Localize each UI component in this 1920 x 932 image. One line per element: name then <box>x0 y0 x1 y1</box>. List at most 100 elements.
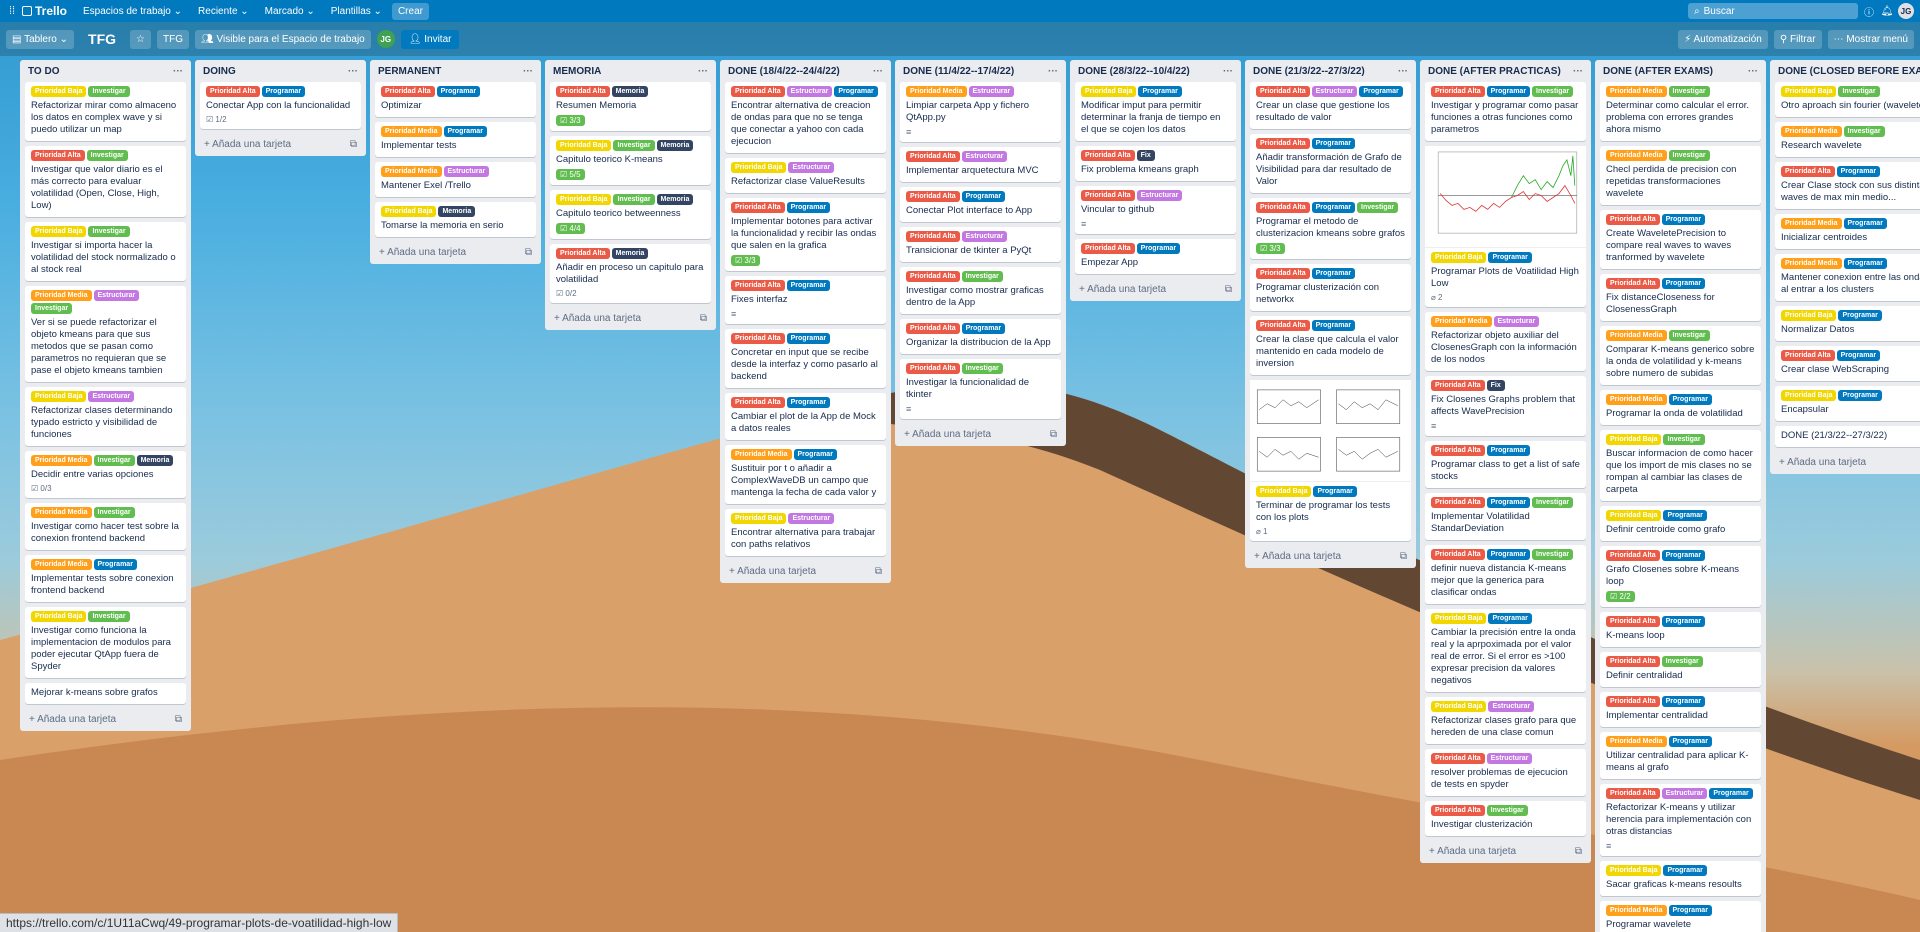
card-label[interactable]: Prioridad Media <box>1781 218 1842 229</box>
card[interactable]: Prioridad Baja Programar Normalizar Datos <box>1775 306 1920 341</box>
card-label[interactable]: Programar <box>1838 390 1882 401</box>
card-label[interactable]: Investigar <box>88 226 130 237</box>
list-header[interactable]: DONE (AFTER PRACTICAS) ··· <box>1425 64 1586 82</box>
search-input[interactable]: ⌕ Buscar <box>1688 3 1858 19</box>
card-label[interactable]: Prioridad Media <box>1606 394 1667 405</box>
card[interactable]: Prioridad Alta Programar Investigar definir… <box>1425 545 1586 604</box>
card-label[interactable]: Estructurar <box>961 151 1008 162</box>
card[interactable]: Prioridad Media Programar Implementar test… <box>375 122 536 157</box>
card[interactable]: Prioridad Baja Programar Programar Plots d… <box>1425 146 1586 307</box>
card[interactable]: Prioridad Media Programar Utilizar central… <box>1600 732 1761 779</box>
list-menu-icon[interactable]: ··· <box>1048 66 1058 77</box>
template-icon[interactable]: ⧉ <box>1400 551 1407 562</box>
card-label[interactable]: Prioridad Media <box>1606 736 1667 747</box>
card[interactable]: Prioridad Baja Estructurar Refactorizar cl… <box>1425 697 1586 744</box>
card-label[interactable]: Investigar <box>86 150 128 161</box>
card-label[interactable]: Prioridad Alta <box>1431 380 1485 391</box>
card-label[interactable]: Programar <box>793 449 837 460</box>
list-title[interactable]: DONE (28/3/22--10/4/22) <box>1078 66 1190 77</box>
list-header[interactable]: PERMANENT ··· <box>375 64 536 82</box>
card-label[interactable]: Prioridad Alta <box>1781 350 1835 361</box>
filter-button[interactable]: ⚲ Filtrar <box>1773 29 1822 49</box>
template-icon[interactable]: ⧉ <box>525 247 532 258</box>
card-label[interactable]: Prioridad Alta <box>906 323 960 334</box>
card-label[interactable]: Programar <box>786 397 831 408</box>
card-label[interactable]: Prioridad Baja <box>1781 86 1837 97</box>
card[interactable]: Prioridad Alta Estructurar Programar Refact… <box>1600 784 1761 856</box>
card-label[interactable]: Programar <box>1661 616 1706 627</box>
invite-button[interactable]: 👤︎ Invitar <box>400 29 460 49</box>
card-label[interactable]: Programar <box>1838 310 1882 321</box>
card-label[interactable]: Estructurar <box>788 162 835 173</box>
card-label[interactable]: Investigar <box>1532 549 1574 560</box>
template-icon[interactable]: ⧉ <box>700 313 707 324</box>
list-header[interactable]: DONE (CLOSED BEFORE EXAMS)··· <box>1775 64 1920 82</box>
card[interactable]: Prioridad Baja Programar Sacar graficas k-… <box>1600 861 1761 896</box>
info-icon[interactable]: ⓘ <box>1862 4 1876 19</box>
member-avatar[interactable]: JG <box>376 30 395 48</box>
add-card-button[interactable]: + Añada una tarjeta⧉ <box>1775 452 1920 468</box>
card-label[interactable]: Estructurar <box>788 513 835 524</box>
user-avatar[interactable]: JG <box>1898 3 1914 19</box>
list-title[interactable]: MEMORIA <box>553 66 601 77</box>
automation-button[interactable]: ⚡︎ Automatización <box>1678 29 1768 49</box>
card-label[interactable]: Prioridad Baja <box>31 391 87 402</box>
card-label[interactable]: Programar <box>261 86 306 97</box>
card[interactable]: Prioridad Baja Investigar Memoria Capitulo … <box>550 136 711 185</box>
card[interactable]: Prioridad Alta Estructurar Programar Encont… <box>725 82 886 153</box>
card[interactable]: Prioridad Baja Memoria Tomarse la memoria … <box>375 202 536 237</box>
card[interactable]: Prioridad Alta Programar Fix distanceClose… <box>1600 274 1761 321</box>
card[interactable]: Prioridad Baja Estructurar Encontrar alter… <box>725 509 886 556</box>
card-label[interactable]: Investigar <box>1532 86 1574 97</box>
card[interactable]: Prioridad Alta Programar Investigar Investi… <box>1425 82 1586 141</box>
card-label[interactable]: Programar <box>1486 497 1531 508</box>
list-header[interactable]: TO DO ··· <box>25 64 186 82</box>
list-title[interactable]: DONE (AFTER EXAMS) <box>1603 66 1713 77</box>
card-label[interactable]: Memoria <box>438 206 476 217</box>
create-button[interactable]: Crear <box>391 2 429 20</box>
card-label[interactable]: Programar <box>1709 788 1753 799</box>
card-label[interactable]: Investigar <box>31 303 73 314</box>
card-label[interactable]: Prioridad Baja <box>381 206 437 217</box>
list-title[interactable]: DONE (CLOSED BEFORE EXAMS) <box>1778 66 1920 77</box>
card[interactable]: Prioridad Media Programar Programar wavele… <box>1600 901 1761 932</box>
card[interactable]: Prioridad Media Investigar Investigar como… <box>25 503 186 550</box>
card-label[interactable]: Prioridad Baja <box>1431 252 1487 263</box>
menu-starred[interactable]: Marcado ⌄ <box>259 3 321 20</box>
list-menu-icon[interactable]: ··· <box>1223 66 1233 77</box>
card-label[interactable]: Prioridad Alta <box>906 191 960 202</box>
card-label[interactable]: Prioridad Baja <box>731 162 787 173</box>
card[interactable]: Prioridad Alta Programar Create WaveletePr… <box>1600 210 1761 269</box>
card[interactable]: Prioridad Alta Estructurar resolver proble… <box>1425 749 1586 796</box>
card-label[interactable]: Programar <box>786 202 831 213</box>
card-label[interactable]: Fix <box>1486 380 1505 391</box>
card-label[interactable]: Prioridad Alta <box>731 280 785 291</box>
card[interactable]: Prioridad Alta Programar Programar cluster… <box>1250 264 1411 311</box>
card-label[interactable]: Prioridad Alta <box>1606 696 1660 707</box>
card[interactable]: Prioridad Alta Fix Fix problema kmeans gra… <box>1075 146 1236 181</box>
list-header[interactable]: DOING ··· <box>200 64 361 82</box>
card-label[interactable]: Investigar <box>93 507 135 518</box>
card[interactable]: Mejorar k-means sobre grafos <box>25 683 186 704</box>
card-label[interactable]: Prioridad Baja <box>31 611 87 622</box>
card-label[interactable]: Estructurar <box>786 86 833 97</box>
card-label[interactable]: Prioridad Media <box>31 290 92 301</box>
card-label[interactable]: Prioridad Media <box>1431 316 1492 327</box>
list-header[interactable]: DONE (18/4/22--24/4/22) ··· <box>725 64 886 82</box>
card-label[interactable]: Estructurar <box>968 86 1015 97</box>
trello-logo[interactable]: Trello <box>22 4 67 18</box>
card-label[interactable]: Prioridad Alta <box>1606 214 1660 225</box>
card-label[interactable]: Prioridad Alta <box>1606 656 1660 667</box>
card-label[interactable]: Prioridad Baja <box>1606 510 1662 521</box>
card[interactable]: Prioridad Alta Investigar Investigar la fu… <box>900 359 1061 419</box>
card-label[interactable]: Estructurar <box>1493 316 1540 327</box>
card-label[interactable]: Prioridad Media <box>1606 150 1667 161</box>
card-label[interactable]: Investigar <box>93 455 135 466</box>
card-label[interactable]: Programar <box>1661 550 1706 561</box>
card[interactable]: Prioridad Alta Investigar Investigar que v… <box>25 146 186 217</box>
card-label[interactable]: Prioridad Alta <box>1431 445 1485 456</box>
card[interactable]: Prioridad Baja Investigar Refactorizar mir… <box>25 82 186 141</box>
list-header[interactable]: MEMORIA ··· <box>550 64 711 82</box>
card-label[interactable]: Investigar <box>613 140 655 151</box>
card-label[interactable]: Estructurar <box>1488 701 1535 712</box>
